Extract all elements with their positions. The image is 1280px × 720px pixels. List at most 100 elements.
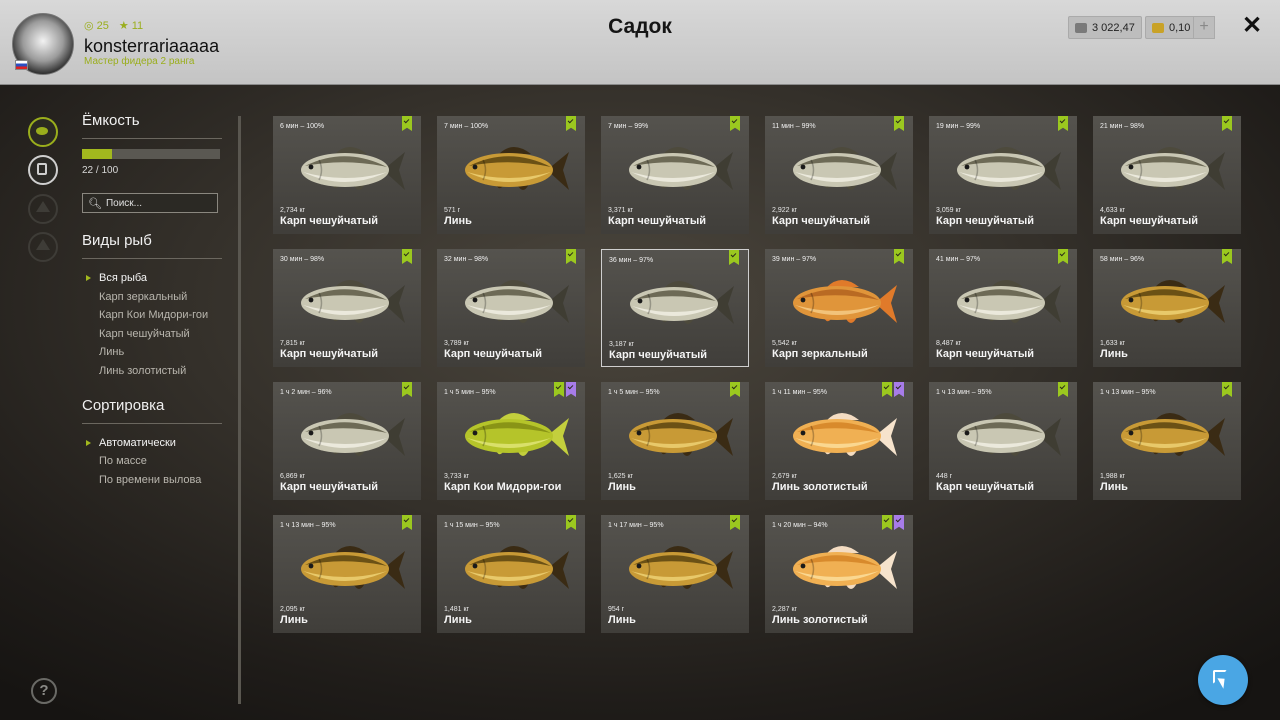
fish-card[interactable]: 1 ч 5 мин – 95% 3,733 кг Карп Кои Мидори-… <box>437 382 585 500</box>
keep-ribbon-icon <box>729 250 739 265</box>
fish-weight: 954 г <box>608 606 625 613</box>
badges <box>882 515 904 530</box>
fish-card[interactable]: 1 ч 11 мин – 95% 2,679 кг Линь золотистый <box>765 382 913 500</box>
species-filter-item-5[interactable]: Линь золотистый <box>99 362 222 381</box>
fish-card[interactable]: 6 мин – 100% 2,734 кг Карп чешуйчатый <box>273 116 421 234</box>
species-filter-item-3[interactable]: Карп чешуйчатый <box>99 325 222 344</box>
badges <box>1058 249 1068 264</box>
badges <box>894 249 904 264</box>
fish-image <box>943 404 1065 468</box>
fish-card[interactable]: 11 мин – 99% 2,922 кг Карп чешуйчатый <box>765 116 913 234</box>
badges <box>729 250 739 265</box>
keep-ribbon-icon <box>882 515 892 530</box>
fish-card[interactable]: 1 ч 17 мин – 95% 954 г Линь <box>601 515 749 633</box>
keepnet-icon[interactable] <box>28 155 58 185</box>
close-button[interactable]: ✕ <box>1240 14 1264 38</box>
catch-time-quality: 1 ч 13 мин – 95% <box>1100 389 1156 396</box>
fish-card[interactable]: 1 ч 13 мин – 95% 448 г Карп чешуйчатый <box>929 382 1077 500</box>
sort-option-0[interactable]: Автоматически <box>86 434 222 453</box>
species-filter-item-4[interactable]: Линь <box>99 343 222 362</box>
home-icon[interactable] <box>28 194 58 224</box>
fish-image <box>287 138 409 202</box>
keep-ribbon-icon <box>730 382 740 397</box>
capacity-bar-fill <box>82 149 113 159</box>
fish-icon[interactable] <box>28 117 58 147</box>
fish-name: Линь <box>280 614 308 626</box>
search-box[interactable]: 🔍︎ <box>82 193 218 213</box>
fish-image <box>1107 138 1229 202</box>
fish-card[interactable]: 7 мин – 100% 571 г Линь <box>437 116 585 234</box>
fish-card[interactable]: 58 мин – 96% 1,633 кг Линь <box>1093 249 1241 367</box>
fish-weight: 2,287 кг <box>772 606 798 613</box>
fish-image <box>779 404 901 468</box>
fish-card[interactable]: 1 ч 5 мин – 95% 1,625 кг Линь <box>601 382 749 500</box>
fish-name: Карп чешуйчатый <box>280 348 378 360</box>
fish-image <box>1107 271 1229 335</box>
keep-ribbon-icon <box>402 382 412 397</box>
fish-weight: 6,869 кг <box>280 473 306 480</box>
catch-time-quality: 30 мин – 98% <box>280 256 325 263</box>
badges <box>730 116 740 131</box>
sort-title: Сортировка <box>82 396 165 414</box>
gold-balance: 0,10 <box>1145 16 1198 39</box>
badges <box>1058 382 1068 397</box>
fish-name: Линь <box>608 481 636 493</box>
catch-time-quality: 1 ч 13 мин – 95% <box>280 522 336 529</box>
cursor-mode-button[interactable] <box>1198 655 1248 705</box>
catch-time-quality: 6 мин – 100% <box>280 123 325 130</box>
fish-card[interactable]: 1 ч 2 мин – 96% 6,869 кг Карп чешуйчатый <box>273 382 421 500</box>
fish-image <box>943 138 1065 202</box>
badges <box>402 249 412 264</box>
fish-card[interactable]: 1 ч 15 мин – 95% 1,481 кг Линь <box>437 515 585 633</box>
fish-name: Карп чешуйчатый <box>444 348 542 360</box>
badges <box>566 249 576 264</box>
fish-name: Карп чешуйчатый <box>1100 215 1198 227</box>
keep-ribbon-icon <box>554 382 564 397</box>
fish-name: Линь <box>444 215 472 227</box>
species-filter-item-1[interactable]: Карп зеркальный <box>99 288 222 307</box>
fish-card[interactable]: 1 ч 20 мин – 94% 2,287 кг Линь золотистый <box>765 515 913 633</box>
species-filter-item-2[interactable]: Карп Кои Мидори-гои <box>99 306 222 325</box>
add-gold-button[interactable]: + <box>1193 16 1215 39</box>
catch-time-quality: 1 ч 5 мин – 95% <box>444 389 496 396</box>
catch-time-quality: 19 мин – 99% <box>936 123 981 130</box>
catch-time-quality: 1 ч 13 мин – 95% <box>936 389 992 396</box>
fish-card[interactable]: 41 мин – 97% 8,487 кг Карп чешуйчатый <box>929 249 1077 367</box>
silver-balance: 3 022,47 <box>1068 16 1142 39</box>
badges <box>554 382 576 397</box>
fish-weight: 3,789 кг <box>444 340 470 347</box>
base-icon[interactable] <box>28 232 58 262</box>
help-icon[interactable]: ? <box>31 678 57 704</box>
top-bar: ◎ 25 ★ 11 konsterrariaaaaa Мастер фидера 2… <box>0 0 1280 85</box>
fish-weight: 1,625 кг <box>608 473 634 480</box>
sort-option-2[interactable]: По времени вылова <box>99 471 222 490</box>
fish-card[interactable]: 36 мин – 97% 3,187 кг Карп чешуйчатый <box>601 249 749 367</box>
keep-ribbon-icon <box>1222 382 1232 397</box>
species-filter-list: Вся рыба Карп зеркальный Карп Кои Мидори-г… <box>82 269 222 381</box>
fish-card[interactable]: 1 ч 13 мин – 95% 1,988 кг Линь <box>1093 382 1241 500</box>
species-filter-item-0[interactable]: Вся рыба <box>86 269 222 288</box>
fish-card[interactable]: 7 мин – 99% 3,371 кг Карп чешуйчатый <box>601 116 749 234</box>
fish-image <box>616 272 738 336</box>
fish-weight: 448 г <box>936 473 953 480</box>
keep-ribbon-icon <box>566 116 576 131</box>
fish-name: Карп чешуйчатый <box>280 215 378 227</box>
fish-weight: 3,733 кг <box>444 473 470 480</box>
species-title: Виды рыб <box>82 232 152 249</box>
keep-ribbon-icon <box>1058 249 1068 264</box>
fish-card[interactable]: 32 мин – 98% 3,789 кг Карп чешуйчатый <box>437 249 585 367</box>
fish-card[interactable]: 19 мин – 99% 3,059 кг Карп чешуйчатый <box>929 116 1077 234</box>
fish-weight: 3,187 кг <box>609 341 635 348</box>
keep-ribbon-icon <box>894 116 904 131</box>
fish-card[interactable]: 1 ч 13 мин – 95% 2,095 кг Линь <box>273 515 421 633</box>
fish-card[interactable]: 21 мин – 98% 4,633 кг Карп чешуйчатый <box>1093 116 1241 234</box>
keep-ribbon-icon <box>1058 382 1068 397</box>
fish-image <box>287 537 409 601</box>
fish-card[interactable]: 30 мин – 98% 7,815 кг Карп чешуйчатый <box>273 249 421 367</box>
search-input[interactable] <box>105 197 216 209</box>
fish-card[interactable]: 39 мин – 97% 5,542 кг Карп зеркальный <box>765 249 913 367</box>
sort-option-1[interactable]: По массе <box>99 452 222 471</box>
fish-image <box>451 537 573 601</box>
capacity-text: 22 / 100 <box>82 165 119 176</box>
keep-ribbon-icon <box>402 515 412 530</box>
